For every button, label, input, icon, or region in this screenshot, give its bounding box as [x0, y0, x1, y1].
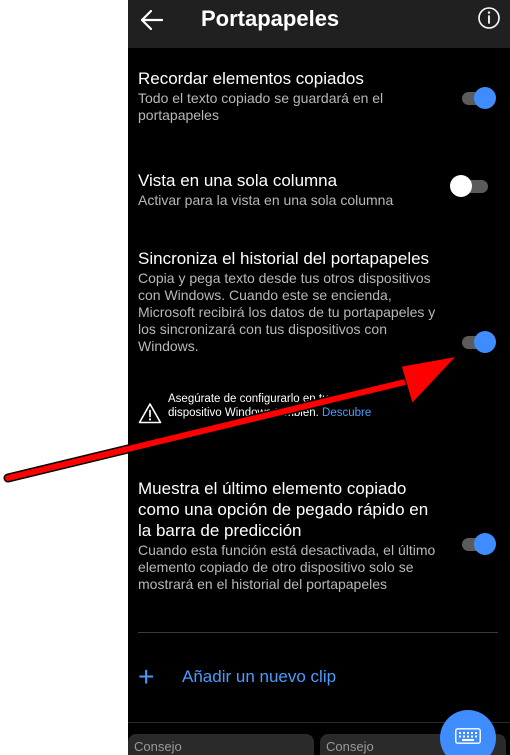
setting-remember-copied: Recordar elementos copiados Todo el text… [138, 68, 438, 124]
sync-note-line1: Asegúrate de configurarlo en tu [168, 393, 329, 405]
learn-more-link[interactable]: Descubre [322, 407, 371, 419]
info-circle-icon[interactable] [475, 4, 503, 32]
add-clip-label: Añadir un nuevo clip [182, 667, 337, 686]
tip-label: Consejo [326, 739, 374, 754]
sync-info-note: Asegúrate de configurarlo en tu disposit… [138, 392, 438, 436]
toggle-thumb [474, 533, 496, 555]
setting-last-copied-prediction: Muestra el último elemento copiado como … [138, 478, 438, 593]
sync-note-text: Asegúrate de configurarlo en tu disposit… [168, 392, 433, 420]
setting-title: Vista en una sola columna [138, 171, 338, 190]
keyboard-icon [455, 728, 481, 744]
plus-icon: + [138, 661, 155, 692]
arrow-left-icon[interactable] [134, 2, 170, 38]
setting-sync-history: Sincroniza el historial del portapapeles… [138, 248, 438, 355]
setting-title: Muestra el último elemento copiado como … [138, 479, 429, 540]
clipboard-settings-screen: Portapapeles Recordar elementos copiados… [128, 0, 510, 755]
setting-title: Sincroniza el historial del portapapeles [138, 249, 430, 268]
toggle-thumb [474, 87, 496, 109]
section-divider [138, 632, 498, 633]
remember-copied-toggle[interactable] [458, 84, 498, 112]
add-clip-button[interactable]: + Añadir un nuevo clip [138, 663, 398, 691]
keyboard-fab-button[interactable] [440, 710, 496, 755]
sync-history-toggle[interactable] [458, 328, 498, 356]
setting-description: Copia y pega texto desde tus otros dispo… [138, 270, 436, 354]
last-copied-prediction-toggle[interactable] [458, 530, 498, 558]
app-bar: Portapapeles [128, 0, 510, 48]
tip-card[interactable]: Consejo [128, 734, 314, 755]
single-column-toggle[interactable] [450, 172, 490, 200]
setting-single-column: Vista en una sola columna Activar para l… [138, 170, 438, 209]
toggle-thumb [474, 331, 496, 353]
warning-icon [138, 403, 162, 424]
setting-description: Activar para la vista en una sola column… [138, 192, 394, 208]
sync-note-line2: dispositivo Windows también. [168, 407, 319, 419]
setting-title: Recordar elementos copiados [138, 69, 364, 88]
page-title: Portapapeles [201, 6, 340, 31]
setting-description: Cuando esta función está desactivada, el… [138, 542, 436, 592]
tip-label: Consejo [134, 739, 182, 754]
setting-description: Todo el texto copiado se guardará en el … [138, 90, 384, 123]
toggle-thumb [450, 175, 472, 197]
